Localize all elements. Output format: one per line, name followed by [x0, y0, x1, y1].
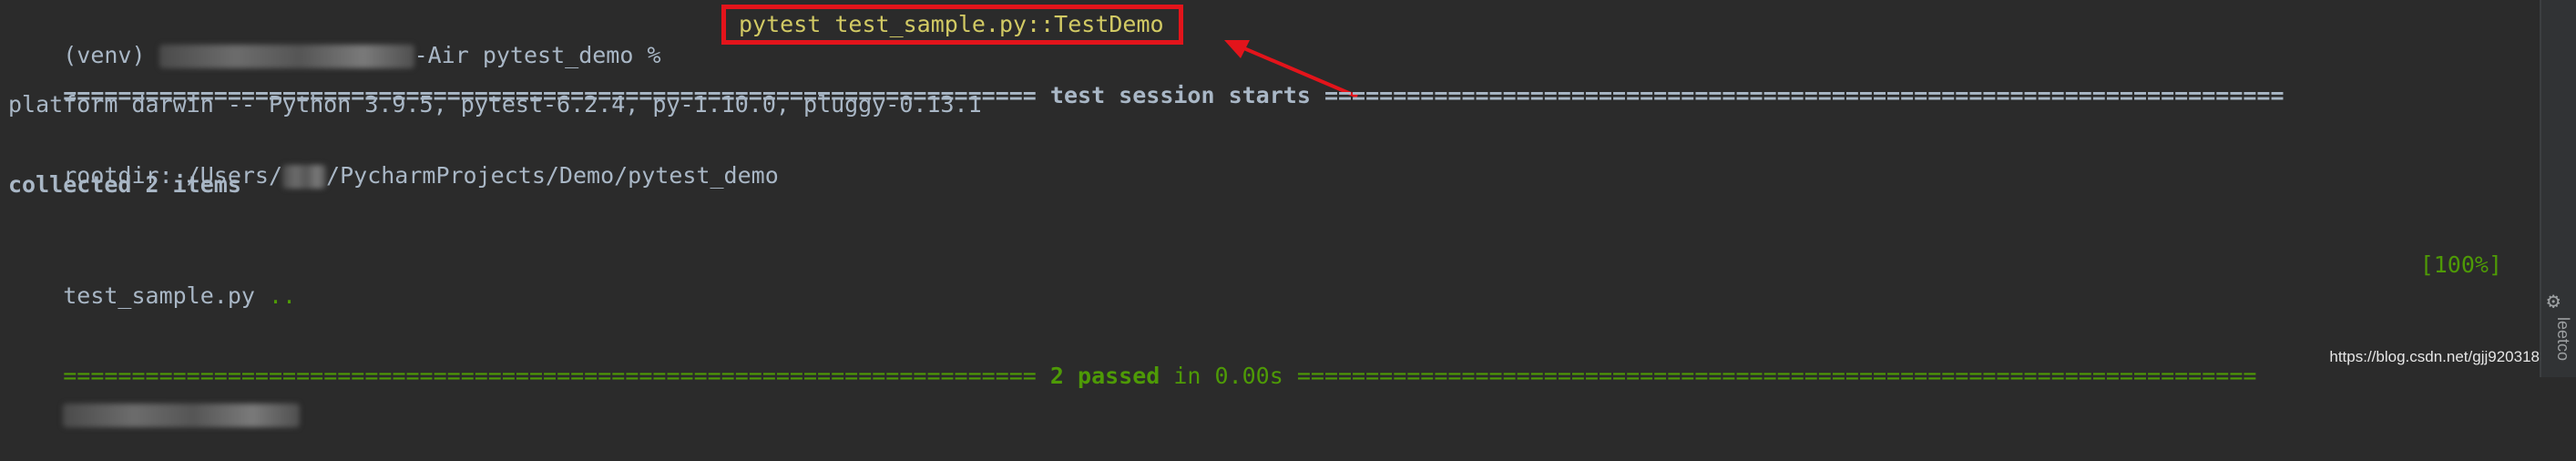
summary-passed: 2 passed	[1036, 363, 1160, 389]
summary-right-rule: ========================================…	[1296, 363, 2257, 389]
settings-gear-icon[interactable]: ⚙	[2547, 288, 2571, 313]
collected-line: collected 2 items	[8, 171, 241, 198]
gutter-label[interactable]: leetco	[2553, 317, 2572, 361]
platform-line: platform darwin -- Python 3.9.5, pytest-…	[8, 91, 982, 118]
result-dots: ..	[269, 282, 297, 309]
terminal-panel[interactable]: (venv) -Air pytest_demo % pytest test_sa…	[0, 0, 2541, 427]
rootdir-line: rootdir: /Users//PycharmProjects/Demo/py…	[8, 129, 779, 189]
result-file: test_sample.py	[63, 282, 269, 309]
prompt-line: (venv) -Air pytest_demo %	[8, 9, 675, 68]
next-prompt-line	[8, 368, 301, 427]
result-percent: [100%]	[2419, 251, 2502, 278]
rootdir-suffix: /PycharmProjects/Demo/pytest_demo	[326, 162, 779, 189]
right-tool-gutter[interactable]: ⚙ leetco	[2540, 0, 2576, 377]
summary-time: in 0.00s	[1160, 363, 1297, 389]
summary-line: ========================================…	[8, 330, 2256, 389]
session-header: ========================================…	[8, 49, 2284, 108]
session-header-right-rule: ========================================…	[1324, 82, 2285, 108]
redacted-username	[282, 165, 327, 189]
result-line: test_sample.py ..	[8, 250, 296, 309]
redacted-next-prompt	[63, 404, 301, 427]
command-highlight-box: pytest test_sample.py::TestDemo	[720, 5, 1183, 45]
watermark-text: https://blog.csdn.net/gjj920318	[2329, 348, 2540, 365]
session-header-title: test session starts	[1036, 82, 1324, 108]
command-text: pytest test_sample.py::TestDemo	[721, 5, 1183, 45]
